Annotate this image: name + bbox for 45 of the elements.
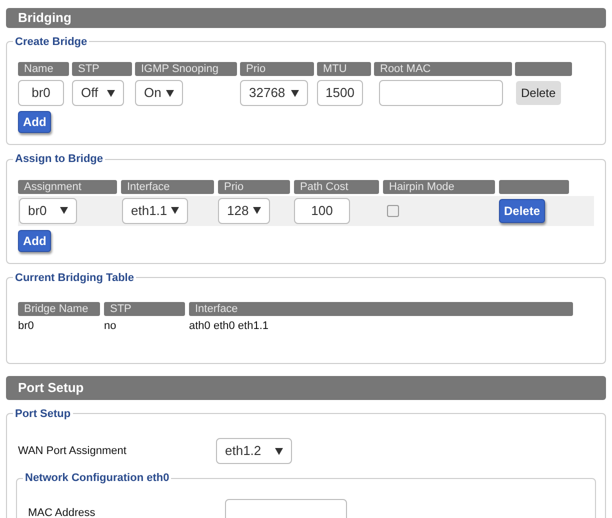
caret-icon: [253, 207, 261, 214]
fieldset-legend: Assign to Bridge: [13, 151, 106, 168]
column-header: Root MAC: [374, 62, 512, 76]
section-header: Port Setup: [6, 376, 606, 400]
column-header: STP: [104, 302, 185, 316]
fieldset-legend: Network Configuration eth0: [23, 470, 172, 486]
column-header: STP: [72, 62, 132, 76]
column-header: Name: [18, 62, 69, 76]
column-header: Assignment: [18, 180, 117, 194]
column-header: Interface: [189, 302, 573, 316]
fieldset-legend: Current Bridging Table: [13, 270, 136, 286]
caret-icon: [291, 90, 299, 96]
checkbox[interactable]: [387, 204, 399, 216]
column-header: MTU: [317, 62, 371, 76]
column-header: Bridge Name: [18, 302, 100, 316]
table-cell-text: no: [104, 319, 118, 334]
caret-icon: [60, 207, 68, 214]
add-button[interactable]: Add: [18, 230, 52, 252]
delete-button[interactable]: Delete: [499, 198, 546, 222]
input-field[interactable]: 100: [294, 198, 350, 224]
column-header: [515, 62, 572, 76]
column-header: Prio: [218, 180, 290, 194]
column-header: Hairpin Mode: [383, 180, 495, 194]
caret-icon: [166, 90, 174, 96]
field-label: MAC Address: [28, 506, 96, 518]
fieldset-legend: Port Setup: [13, 406, 73, 422]
field-label: WAN Port Assignment: [18, 444, 128, 459]
caret-icon: [171, 207, 179, 214]
table-cell-text: br0: [18, 319, 35, 334]
column-header: Prio: [240, 62, 314, 76]
column-header: Interface: [121, 180, 214, 194]
table-cell-text: ath0 eth0 eth1.1: [189, 319, 270, 334]
dropdown[interactable]: eth1.2: [216, 438, 292, 464]
section-header: Bridging: [6, 8, 606, 28]
add-button[interactable]: Add: [18, 111, 52, 133]
dropdown[interactable]: 128: [218, 198, 270, 224]
caret-icon: [107, 90, 115, 96]
column-header: Path Cost: [294, 180, 379, 194]
column-header: [499, 180, 569, 194]
dropdown[interactable]: br0: [19, 198, 77, 224]
input-field[interactable]: [379, 80, 503, 106]
caret-icon: [275, 448, 283, 454]
column-header: IGMP Snooping: [135, 62, 237, 76]
dropdown[interactable]: eth1.1: [122, 198, 188, 224]
fieldset-legend: Create Bridge: [13, 34, 90, 50]
